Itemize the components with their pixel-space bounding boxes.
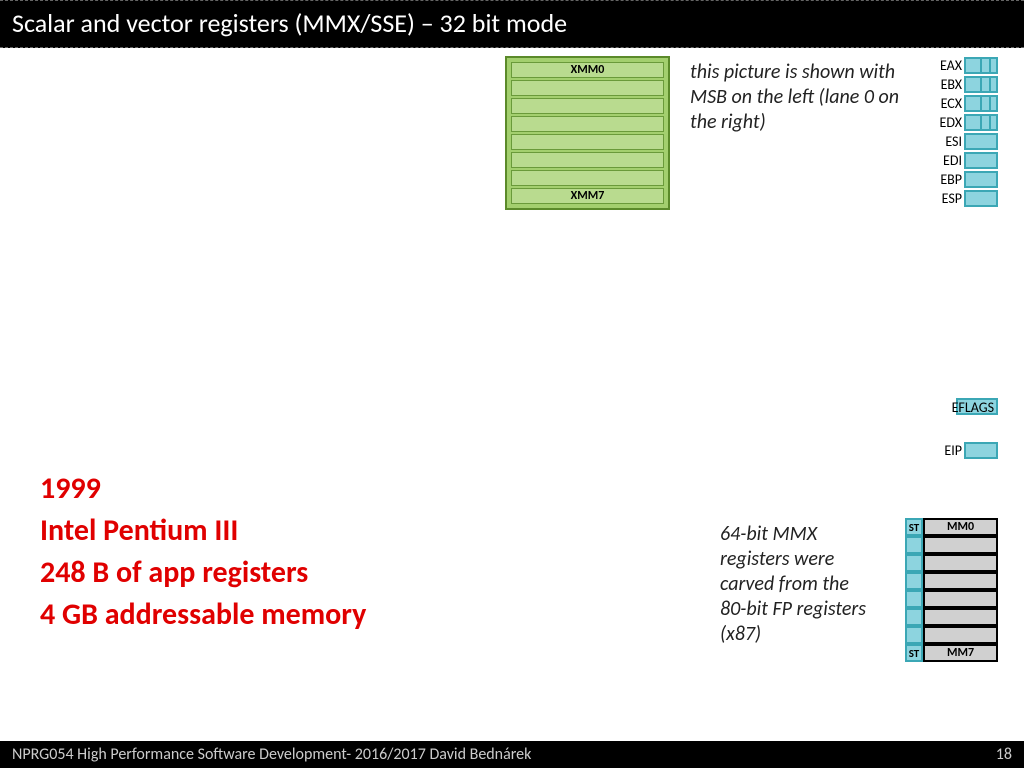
gpr-bar	[964, 114, 998, 131]
gpr-esi: ESI	[928, 133, 998, 150]
red-year: 1999	[40, 468, 660, 510]
gpr-label: EAX	[928, 57, 962, 74]
gpr-ebx: EBX	[928, 76, 998, 93]
xmm-row-0: XMM0	[511, 62, 664, 78]
red-cpu: Intel Pentium III	[40, 510, 660, 552]
page-number: 18	[996, 745, 1012, 764]
gpr-label: EBP	[928, 171, 962, 188]
note-msb: this picture is shown with MSB on the le…	[690, 60, 920, 135]
gpr-label: ESP	[928, 190, 962, 207]
mm-cell	[923, 626, 998, 644]
gpr-label: ECX	[928, 95, 962, 112]
gpr-bar	[964, 171, 998, 188]
xmm-row	[511, 98, 664, 114]
xmm-registers: XMM0 XMM7	[505, 56, 670, 210]
eip-bar	[964, 442, 998, 459]
eflags-register: EFLAGS	[956, 398, 998, 415]
mm-cell	[923, 536, 998, 554]
gpr-label: ESI	[928, 133, 962, 150]
gpr-ebp: EBP	[928, 171, 998, 188]
mmx-row-7: STMM7	[905, 644, 998, 662]
mmx-row	[905, 572, 998, 590]
st-cell	[905, 626, 923, 644]
gpr-bar	[964, 57, 998, 74]
st-cell	[905, 554, 923, 572]
gpr-bar	[964, 95, 998, 112]
eip-label: EIP	[934, 442, 962, 459]
st-label: ST	[905, 518, 923, 536]
eflags-bar: EFLAGS	[956, 398, 998, 415]
gpr-bar	[964, 133, 998, 150]
gpr-esp: ESP	[928, 190, 998, 207]
note-mmx: 64-bit MMX registers were carved from th…	[720, 522, 870, 647]
xmm-row	[511, 152, 664, 168]
slide-footer: NPRG054 High Performance Software Develo…	[0, 741, 1024, 768]
gpr-edi: EDI	[928, 152, 998, 169]
gpr-ecx: ECX	[928, 95, 998, 112]
gpr-edx: EDX	[928, 114, 998, 131]
eip-register: EIP	[934, 442, 998, 459]
gpr-label: EDI	[928, 152, 962, 169]
mmx-row	[905, 536, 998, 554]
xmm-row	[511, 116, 664, 132]
red-memory: 4 GB addressable memory	[40, 594, 660, 636]
footer-text: NPRG054 High Performance Software Develo…	[12, 745, 531, 764]
xmm-row	[511, 134, 664, 150]
mmx-row	[905, 590, 998, 608]
gpr-registers: EAX EBX ECX EDX ESI EDI EBP ESP	[928, 57, 998, 207]
mm-cell	[923, 572, 998, 590]
red-regsize: 248 B of app registers	[40, 552, 660, 594]
gpr-bar	[964, 76, 998, 93]
xmm-row-7: XMM7	[511, 188, 664, 204]
gpr-bar	[964, 190, 998, 207]
mmx-row	[905, 626, 998, 644]
mm-cell	[923, 608, 998, 626]
gpr-eax: EAX	[928, 57, 998, 74]
mm-cell	[923, 590, 998, 608]
st-cell	[905, 590, 923, 608]
xmm-row	[511, 170, 664, 186]
mm-cell	[923, 554, 998, 572]
mm-label: MM7	[923, 644, 998, 662]
st-cell	[905, 572, 923, 590]
st-cell	[905, 536, 923, 554]
red-callout: 1999 Intel Pentium III 248 B of app regi…	[40, 468, 660, 636]
mm-label: MM0	[923, 518, 998, 536]
mmx-row-0: STMM0	[905, 518, 998, 536]
mmx-registers: STMM0 STMM7	[905, 518, 998, 662]
gpr-bar	[964, 152, 998, 169]
slide-title: Scalar and vector registers (MMX/SSE) – …	[0, 0, 1024, 48]
mmx-row	[905, 608, 998, 626]
st-cell	[905, 608, 923, 626]
st-label: ST	[905, 644, 923, 662]
gpr-label: EBX	[928, 76, 962, 93]
mmx-row	[905, 554, 998, 572]
gpr-label: EDX	[928, 114, 962, 131]
xmm-row	[511, 80, 664, 96]
eflags-label: EFLAGS	[952, 399, 994, 416]
